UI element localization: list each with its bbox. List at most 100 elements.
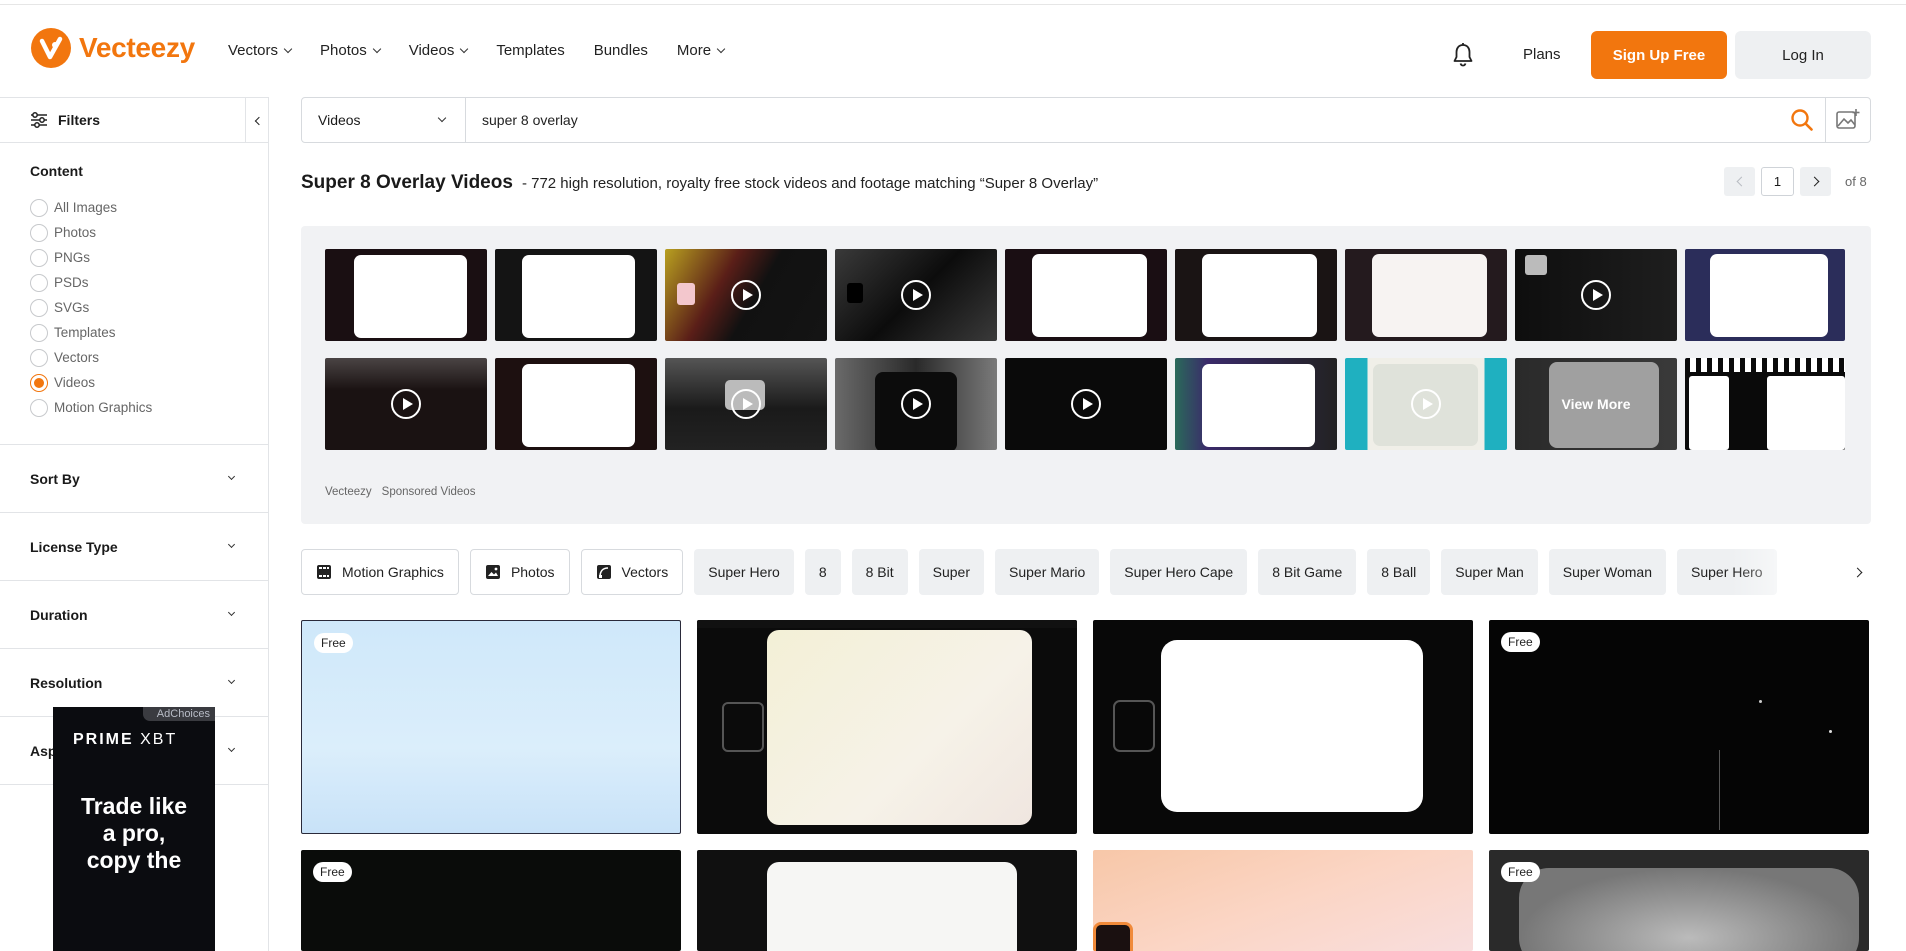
sponsored-thumb[interactable]	[495, 358, 657, 450]
radio-button[interactable]	[30, 223, 48, 242]
ad-banner[interactable]: AdChoices PRIME XBT Trade like a pro, co…	[53, 707, 215, 951]
logo[interactable]: Vecteezy	[31, 28, 195, 68]
page-number-input[interactable]: 1	[1761, 167, 1794, 196]
radio-button[interactable]	[30, 298, 48, 317]
chevron-down-icon	[227, 608, 236, 617]
accordion-label: Sort By	[30, 470, 80, 487]
filters-header[interactable]: Filters	[0, 97, 268, 143]
ad-brand-light: XBT	[140, 731, 178, 748]
play-icon	[731, 389, 761, 419]
sponsored-thumb[interactable]	[1345, 249, 1507, 341]
license-type-accordion[interactable]: License Type	[0, 513, 268, 581]
sponsored-thumb[interactable]	[1685, 249, 1845, 341]
sponsored-thumb[interactable]	[835, 249, 997, 341]
sponsored-thumb[interactable]	[665, 358, 827, 450]
content-option-svgs[interactable]: SVGs	[30, 295, 268, 320]
tag-vectors[interactable]: Vectors	[580, 549, 684, 595]
radio-button[interactable]	[30, 323, 48, 342]
tag-motion-graphics[interactable]: Motion Graphics	[301, 549, 459, 595]
duration-accordion[interactable]: Duration	[0, 581, 268, 649]
sponsored-thumb[interactable]	[325, 358, 487, 450]
tag-label: Super Hero Cape	[1124, 564, 1234, 580]
sign-up-button[interactable]: Sign Up Free	[1591, 31, 1727, 79]
sponsored-thumb[interactable]	[1175, 358, 1337, 450]
tag-8[interactable]: 8	[804, 549, 841, 595]
sponsored-label: Sponsored Videos	[381, 486, 476, 498]
plans-link[interactable]: Plans	[1523, 46, 1561, 63]
next-page-button[interactable]	[1800, 167, 1831, 196]
tag-super-hero-cape[interactable]: Super Hero Cape	[1110, 549, 1248, 595]
radio-button[interactable]	[30, 348, 48, 367]
image-search-button[interactable]	[1826, 98, 1870, 142]
result-video-tile[interactable]: Free	[301, 850, 681, 951]
result-video-tile[interactable]	[697, 850, 1077, 951]
nav-vectors[interactable]: Vectors	[228, 42, 293, 59]
radio-button[interactable]	[30, 273, 48, 292]
content-option-all-images[interactable]: All Images	[30, 195, 268, 220]
tag-label: 8 Bit Game	[1272, 564, 1343, 580]
play-icon	[901, 280, 931, 310]
tag-8-ball[interactable]: 8 Ball	[1367, 549, 1431, 595]
result-video-tile[interactable]: Free	[301, 620, 681, 834]
sponsored-thumb[interactable]	[1005, 358, 1167, 450]
content-option-photos[interactable]: Photos	[30, 220, 268, 245]
sponsored-thumb[interactable]	[325, 249, 487, 341]
dust-speck	[1759, 700, 1762, 703]
search-type-select[interactable]: Videos	[302, 98, 466, 142]
search-input[interactable]	[466, 98, 1778, 142]
radio-button[interactable]	[30, 248, 48, 267]
bell-icon[interactable]	[1451, 42, 1475, 68]
content-option-videos[interactable]: Videos	[30, 370, 268, 395]
collapse-sidebar-button[interactable]	[245, 98, 268, 143]
sponsored-thumb[interactable]	[835, 358, 997, 450]
nav-bundles[interactable]: Bundles	[594, 42, 648, 59]
nav-photos[interactable]: Photos	[320, 42, 381, 59]
result-video-tile[interactable]: Free	[1489, 850, 1869, 951]
pagination: 1 of 8	[1724, 167, 1867, 196]
result-video-tile[interactable]	[697, 620, 1077, 834]
tag-super-man[interactable]: Super Man	[1441, 549, 1538, 595]
tag-super-woman[interactable]: Super Woman	[1548, 549, 1666, 595]
nav-label: Templates	[496, 42, 565, 59]
tag-8-bit-game[interactable]: 8 Bit Game	[1258, 549, 1357, 595]
nav-templates[interactable]: Templates	[496, 42, 564, 59]
view-more-tile[interactable]: View More	[1515, 358, 1677, 450]
radio-button[interactable]	[30, 398, 48, 417]
content-option-templates[interactable]: Templates	[30, 320, 268, 345]
sort-by-accordion[interactable]: Sort By	[0, 445, 268, 513]
nav-more[interactable]: More	[677, 42, 726, 59]
tag-8-bit[interactable]: 8 Bit	[851, 549, 908, 595]
radio-button[interactable]	[30, 198, 48, 217]
nav-videos[interactable]: Videos	[409, 42, 469, 59]
search-button[interactable]	[1778, 98, 1826, 142]
option-label: SVGs	[54, 300, 90, 315]
chevron-right-icon	[1852, 567, 1863, 577]
sponsored-thumb[interactable]	[665, 249, 827, 341]
radio-button-selected[interactable]	[30, 373, 48, 392]
accordion-label: Resolution	[30, 674, 103, 691]
sponsored-thumb[interactable]	[1685, 358, 1845, 450]
tags-scroll-right-button[interactable]	[1731, 549, 1871, 595]
content-option-pngs[interactable]: PNGs	[30, 245, 268, 270]
sponsored-thumb[interactable]	[1005, 249, 1167, 341]
tag-super-mario[interactable]: Super Mario	[995, 549, 1100, 595]
content-option-psds[interactable]: PSDs	[30, 270, 268, 295]
result-video-tile[interactable]	[1093, 620, 1473, 834]
adchoices-badge[interactable]: AdChoices	[142, 707, 215, 721]
log-in-button[interactable]: Log In	[1735, 31, 1871, 79]
prev-page-button[interactable]	[1724, 167, 1755, 196]
option-label: PSDs	[54, 275, 89, 290]
content-option-motion-graphics[interactable]: Motion Graphics	[30, 395, 268, 420]
sponsored-thumb[interactable]	[495, 249, 657, 341]
tag-photos[interactable]: Photos	[469, 549, 570, 595]
chevron-down-icon	[227, 472, 236, 481]
tag-super-hero[interactable]: Super Hero	[694, 549, 794, 595]
sponsored-thumb[interactable]	[1175, 249, 1337, 341]
sponsored-thumb[interactable]	[1345, 358, 1507, 450]
sponsored-thumb[interactable]	[1515, 249, 1677, 341]
result-video-tile[interactable]: Free	[1489, 620, 1869, 834]
content-option-vectors[interactable]: Vectors	[30, 345, 268, 370]
tag-super[interactable]: Super	[918, 549, 984, 595]
film-frame	[767, 630, 1032, 825]
result-video-tile[interactable]	[1093, 850, 1473, 951]
